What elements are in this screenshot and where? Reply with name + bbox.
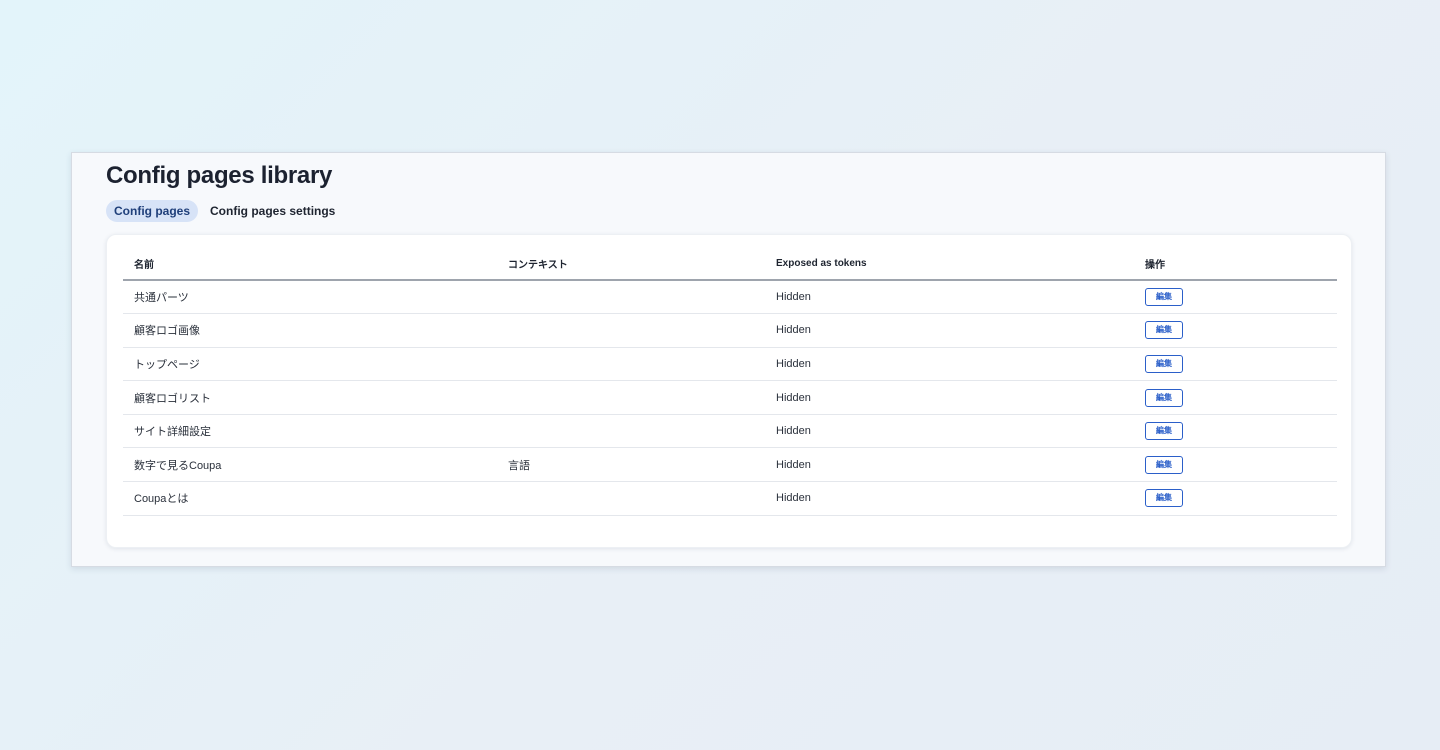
row-tokens: Hidden [765, 481, 1134, 516]
edit-button[interactable]: 編集 [1145, 321, 1183, 340]
row-tokens: Hidden [765, 280, 1134, 315]
row-actions: 編集 [1134, 414, 1337, 449]
config-pages-table: 名前 コンテキスト Exposed as tokens 操作 共通パーツ Hid… [123, 247, 1337, 516]
row-tokens: Hidden [765, 347, 1134, 382]
row-tokens: Hidden [765, 313, 1134, 348]
table-header-row: 名前 コンテキスト Exposed as tokens 操作 [123, 247, 1337, 281]
row-context [497, 380, 765, 415]
row-name: サイト詳細設定 [123, 414, 497, 449]
page-title: Config pages library [106, 162, 333, 189]
row-actions: 編集 [1134, 447, 1337, 483]
edit-button[interactable]: 編集 [1145, 455, 1183, 474]
row-actions: 編集 [1134, 280, 1337, 315]
row-name: 顧客ロゴ画像 [123, 313, 497, 348]
row-context [497, 414, 765, 449]
config-pages-window: Config pages library Config pages Config… [71, 152, 1386, 567]
row-name: 数字で見るCoupa [123, 447, 497, 483]
table-row: サイト詳細設定 Hidden 編集 [123, 414, 1337, 449]
table-row: 数字で見るCoupa 言語 Hidden 編集 [123, 447, 1337, 483]
row-actions: 編集 [1134, 347, 1337, 382]
row-actions: 編集 [1134, 313, 1337, 348]
edit-button[interactable]: 編集 [1145, 489, 1183, 508]
table-row: 顧客ロゴ画像 Hidden 編集 [123, 313, 1337, 348]
edit-button[interactable]: 編集 [1145, 422, 1183, 441]
table-row: 共通パーツ Hidden 編集 [123, 280, 1337, 315]
row-name: 共通パーツ [123, 280, 497, 315]
row-tokens: Hidden [765, 414, 1134, 449]
row-context [497, 280, 765, 315]
row-name: 顧客ロゴリスト [123, 380, 497, 415]
row-context [497, 347, 765, 382]
row-tokens: Hidden [765, 380, 1134, 415]
table-row: Coupaとは Hidden 編集 [123, 481, 1337, 516]
tab-config-pages-settings[interactable]: Config pages settings [202, 200, 343, 222]
row-tokens: Hidden [765, 447, 1134, 483]
row-name: トップページ [123, 347, 497, 382]
column-header-tokens[interactable]: Exposed as tokens [765, 247, 1134, 281]
column-header-context[interactable]: コンテキスト [497, 247, 765, 281]
column-header-actions: 操作 [1134, 247, 1337, 281]
row-context [497, 313, 765, 348]
edit-button[interactable]: 編集 [1145, 354, 1183, 373]
row-actions: 編集 [1134, 481, 1337, 516]
row-name: Coupaとは [123, 481, 497, 516]
table-row: トップページ Hidden 編集 [123, 347, 1337, 382]
config-pages-card: 名前 コンテキスト Exposed as tokens 操作 共通パーツ Hid… [106, 234, 1352, 548]
column-header-name[interactable]: 名前 [123, 247, 497, 281]
row-context: 言語 [497, 447, 765, 483]
row-context [497, 481, 765, 516]
table-row: 顧客ロゴリスト Hidden 編集 [123, 380, 1337, 415]
edit-button[interactable]: 編集 [1145, 288, 1183, 307]
tab-bar: Config pages Config pages settings [106, 200, 343, 222]
tab-config-pages[interactable]: Config pages [106, 200, 199, 222]
edit-button[interactable]: 編集 [1145, 388, 1183, 407]
row-actions: 編集 [1134, 380, 1337, 415]
